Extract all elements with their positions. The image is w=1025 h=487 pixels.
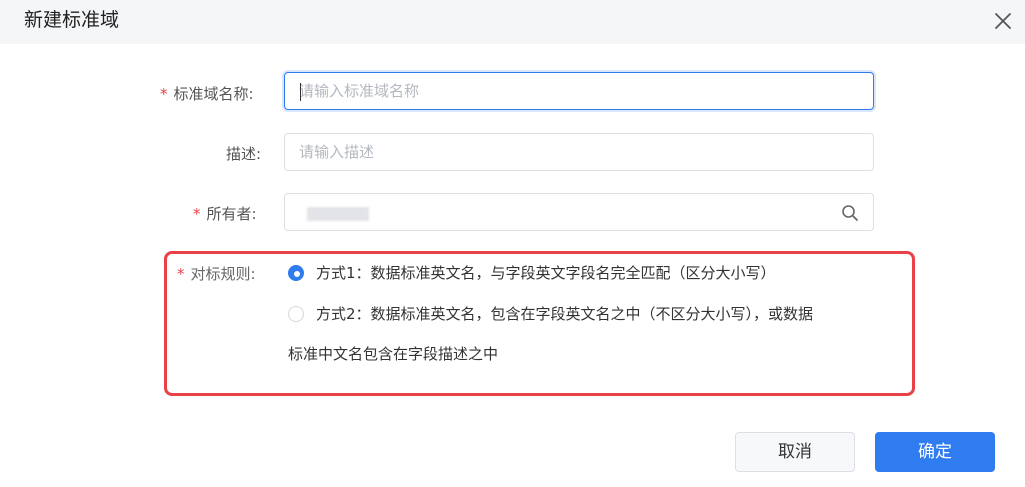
close-icon	[995, 13, 1011, 29]
text-caret	[300, 83, 301, 101]
cancel-button[interactable]: 取消	[735, 432, 855, 472]
required-mark: *	[193, 205, 201, 223]
dialog-title: 新建标准域	[24, 9, 120, 31]
description-field-wrapper	[284, 133, 874, 171]
radio-checked[interactable]	[288, 265, 304, 281]
dialog-header: 新建标准域	[0, 0, 1025, 44]
rule-label: * 对标规则:	[177, 265, 256, 283]
rule-option-2-label: 方式2：数据标准英文名，包含在字段英文名之中（不区分大小写），或数据	[316, 305, 814, 323]
name-field-wrapper	[284, 72, 874, 110]
owner-field[interactable]	[284, 193, 874, 231]
description-input[interactable]	[299, 134, 839, 170]
owner-label: * 所有者:	[193, 205, 257, 223]
required-mark: *	[160, 85, 168, 103]
required-mark: *	[177, 265, 185, 283]
description-label: 描述:	[226, 145, 262, 163]
rule-option-2-continuation: 标准中文名包含在字段描述之中	[288, 345, 499, 363]
confirm-button[interactable]: 确定	[875, 432, 995, 472]
rule-option-2[interactable]: 方式2：数据标准英文名，包含在字段英文名之中（不区分大小写），或数据	[288, 304, 813, 324]
name-label: * 标准域名称:	[160, 85, 254, 103]
name-input[interactable]	[299, 73, 839, 109]
owner-value-redacted	[307, 207, 369, 221]
close-button[interactable]	[990, 8, 1016, 34]
rule-option-1[interactable]: 方式1：数据标准英文名，与字段英文字段名完全匹配（区分大小写）	[288, 263, 776, 283]
search-icon[interactable]	[841, 204, 859, 222]
radio-unchecked[interactable]	[288, 306, 304, 322]
rule-option-1-label: 方式1：数据标准英文名，与字段英文字段名完全匹配（区分大小写）	[316, 264, 776, 282]
